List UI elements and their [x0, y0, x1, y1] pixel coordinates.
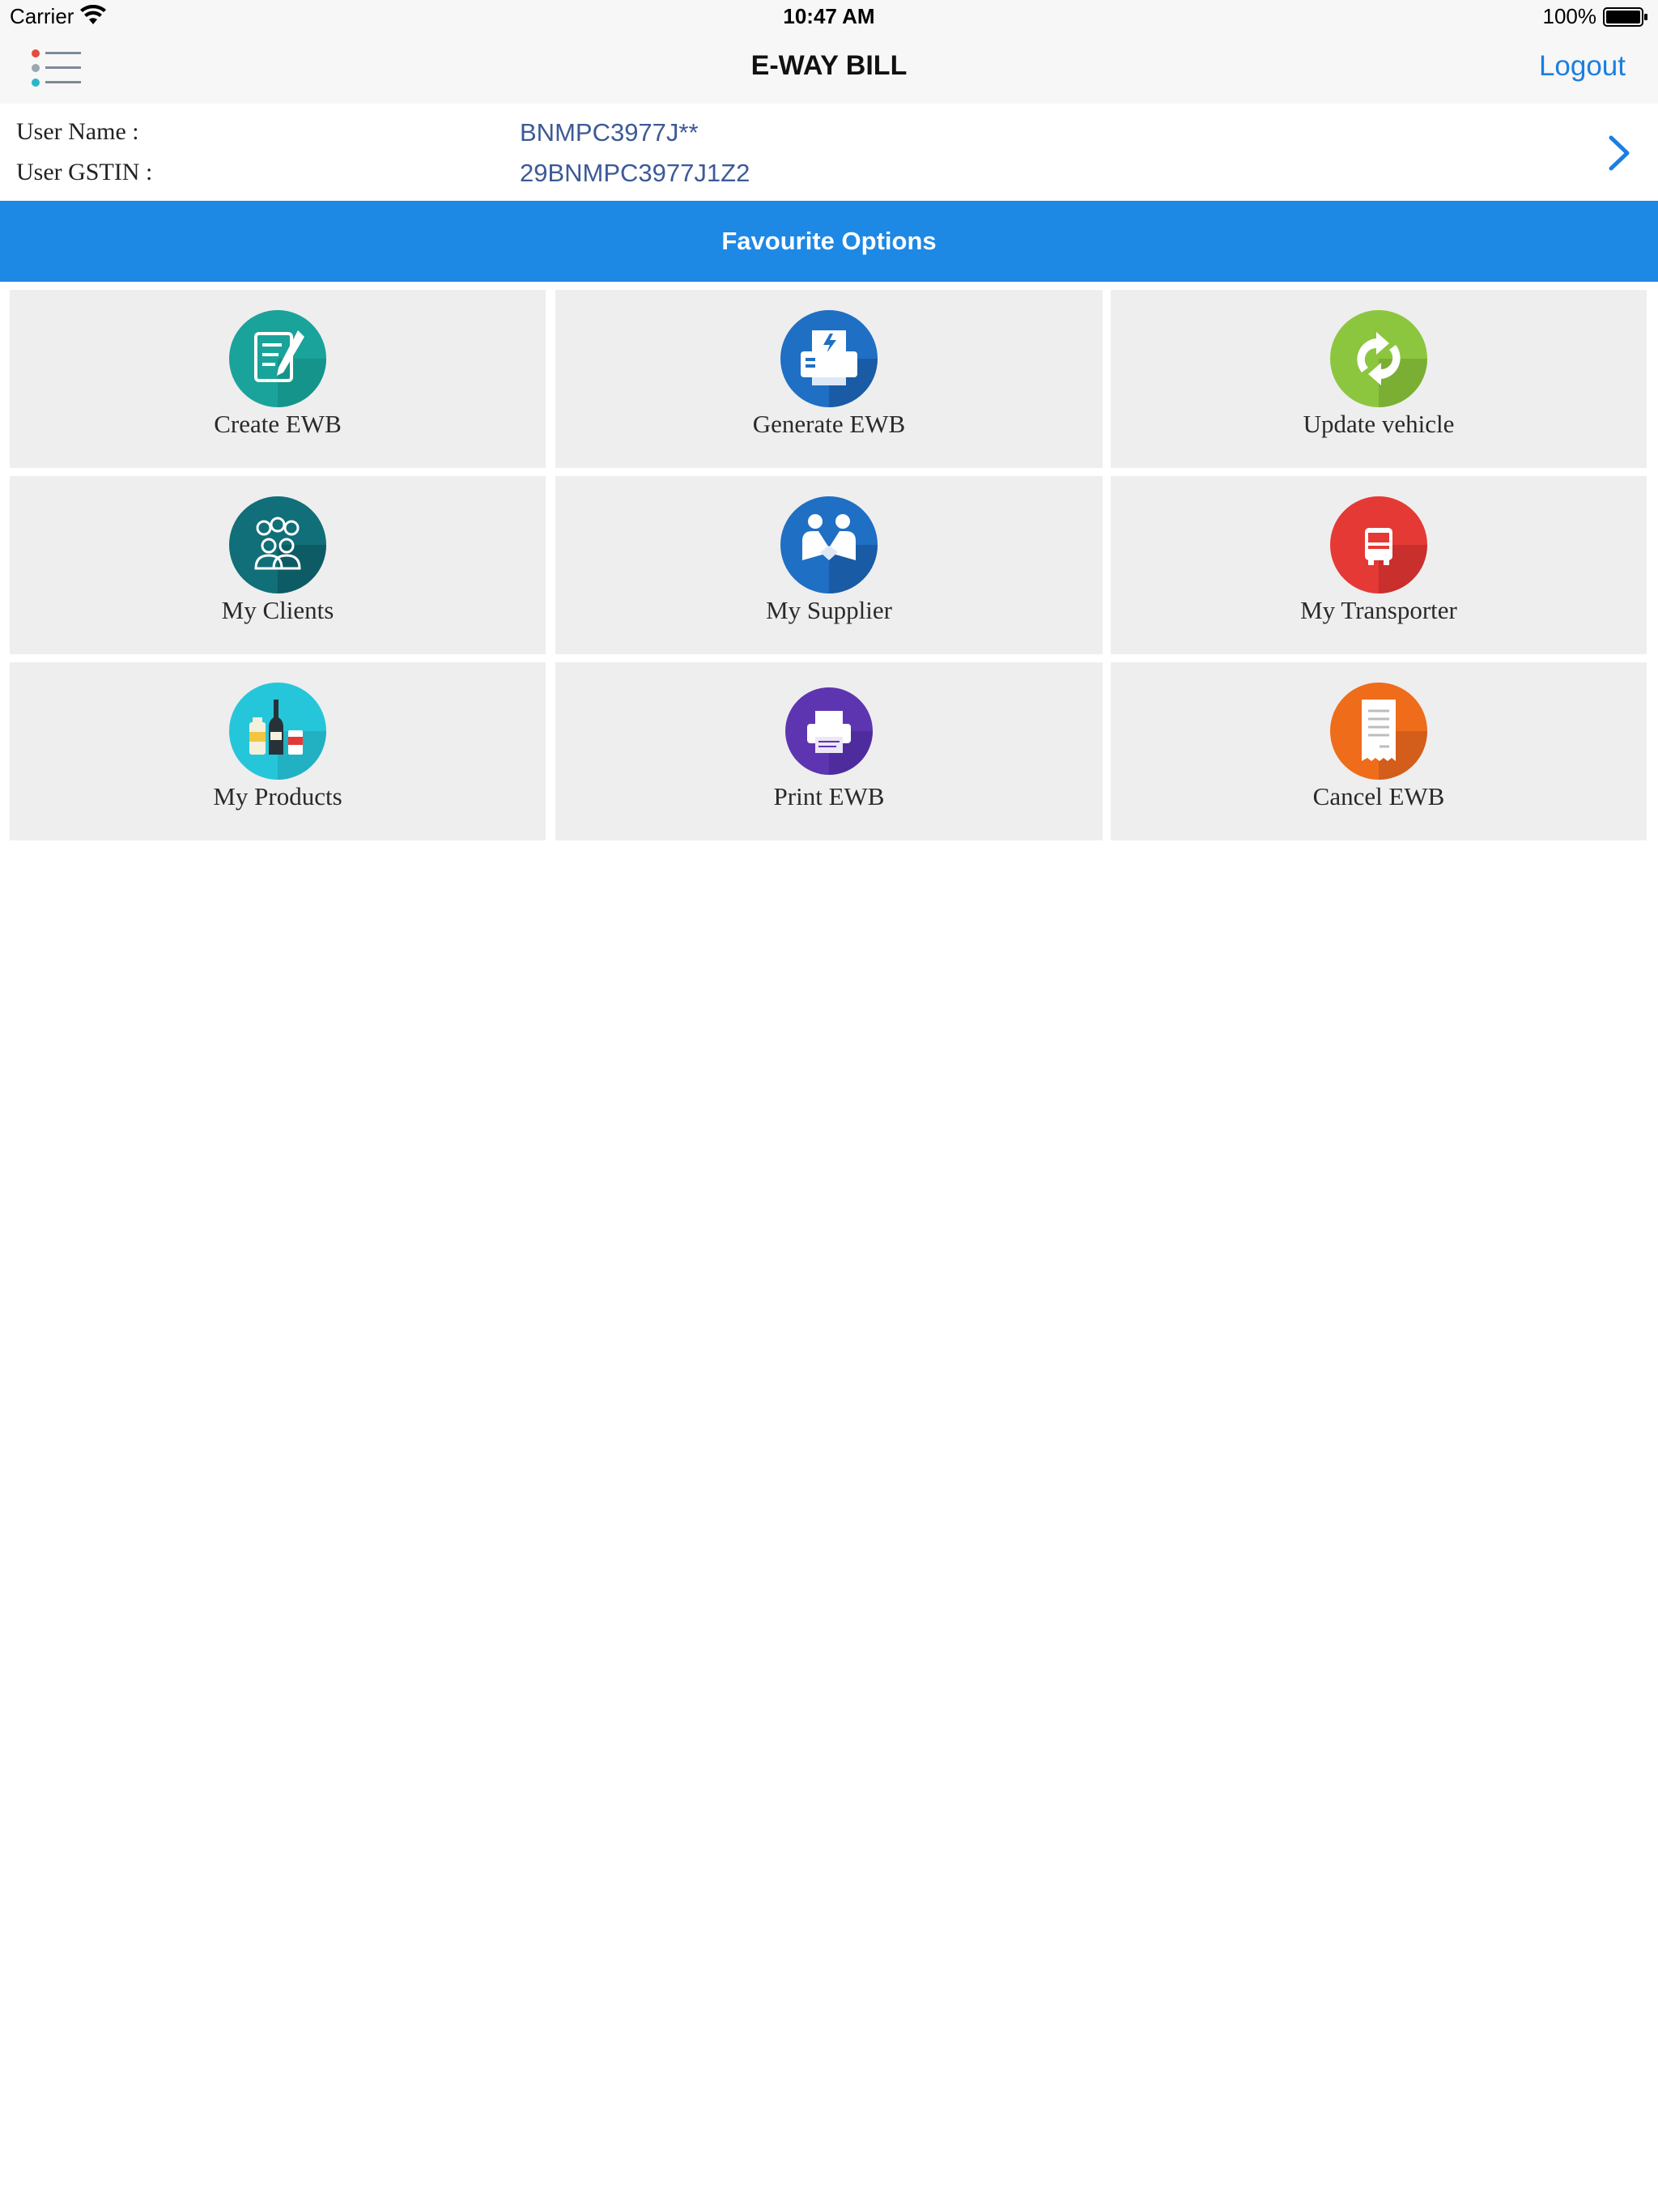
status-bar: Carrier 10:47 AM 100%: [0, 0, 1658, 32]
page-title: E-WAY BILL: [750, 50, 908, 81]
tile-update-vehicle[interactable]: Update vehicle: [1111, 290, 1647, 468]
logout-button[interactable]: Logout: [1539, 50, 1626, 83]
user-gstin-value: 29BNMPC3977J1Z2: [520, 159, 750, 187]
tile-label: My Supplier: [766, 596, 892, 624]
products-bottles-icon: [229, 683, 326, 780]
printer-icon: [785, 687, 873, 775]
tile-label: My Products: [213, 782, 342, 810]
tile-my-supplier[interactable]: My Supplier: [555, 476, 1103, 654]
tile-label: My Clients: [221, 596, 334, 624]
tile-my-clients[interactable]: My Clients: [10, 476, 546, 654]
user-name-value: BNMPC3977J**: [520, 118, 699, 147]
refresh-arrows-icon: [1330, 310, 1427, 407]
chevron-right-icon[interactable]: [1605, 133, 1634, 173]
tile-cancel-ewb[interactable]: Cancel EWB: [1111, 662, 1647, 840]
handshake-icon: [780, 496, 878, 593]
status-time: 10:47 AM: [783, 4, 875, 28]
user-name-label: User Name :: [16, 118, 139, 145]
generate-fax-icon: [780, 310, 878, 407]
battery-percentage: 100%: [1542, 4, 1597, 28]
create-document-icon: [229, 310, 326, 407]
user-info-row[interactable]: User Name : BNMPC3977J** User GSTIN : 29…: [0, 104, 1658, 201]
tile-generate-ewb[interactable]: Generate EWB: [555, 290, 1103, 468]
tile-label: Cancel EWB: [1312, 782, 1445, 810]
tile-label: Create EWB: [214, 410, 342, 438]
tile-label: My Transporter: [1300, 596, 1457, 624]
truck-icon: [1330, 496, 1427, 593]
tile-label: Print EWB: [773, 782, 885, 810]
nav-bar: E-WAY BILL Logout: [0, 32, 1658, 104]
tile-label: Generate EWB: [752, 410, 906, 438]
tile-label: Update vehicle: [1303, 410, 1455, 438]
receipt-icon: [1330, 683, 1427, 780]
tile-print-ewb[interactable]: Print EWB: [555, 662, 1103, 840]
tile-my-products[interactable]: My Products: [10, 662, 546, 840]
tile-my-transporter[interactable]: My Transporter: [1111, 476, 1647, 654]
tile-create-ewb[interactable]: Create EWB: [10, 290, 546, 468]
favourite-options-header: Favourite Options: [0, 201, 1658, 282]
battery-icon: [1603, 7, 1647, 27]
user-gstin-label: User GSTIN :: [16, 159, 153, 185]
people-group-icon: [229, 496, 326, 593]
